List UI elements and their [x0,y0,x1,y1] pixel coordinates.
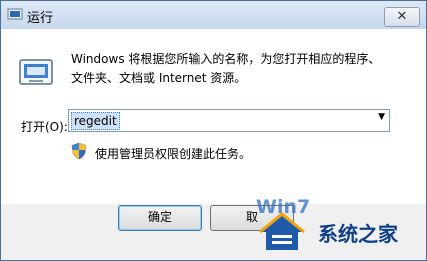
house-logo-icon [259,212,305,250]
description-line: 文件夹、文档或 Internet 资源。 [71,71,247,85]
uac-shield-icon [71,142,87,160]
dropdown-arrow-icon[interactable]: ▼ [378,112,385,122]
description: Windows 将根据您所输入的名称，为您打开相应的程序、 文件夹、文档或 In… [71,50,401,88]
title-bar: 运行 ✕ [1,1,426,29]
dialog-body: Windows 将根据您所输入的名称，为您打开相应的程序、 文件夹、文档或 In… [1,29,426,204]
close-icon: ✕ [396,9,408,24]
close-button[interactable]: ✕ [384,7,420,27]
window-title: 运行 [27,11,54,26]
admin-notice: 使用管理员权限创建此任务。 [95,147,252,161]
ok-button[interactable]: 确定 [118,205,202,231]
open-label: 打开(O): [21,120,68,134]
run-icon [7,8,23,20]
watermark-brand: 系统之家 [318,222,398,246]
command-combobox[interactable]: regedit ▼ [68,109,390,132]
command-input[interactable]: regedit [71,112,120,130]
run-program-icon [19,59,53,85]
site-watermark: Win7 系统之家 [256,196,426,260]
description-line: Windows 将根据您所输入的名称，为您打开相应的程序、 [71,52,381,66]
